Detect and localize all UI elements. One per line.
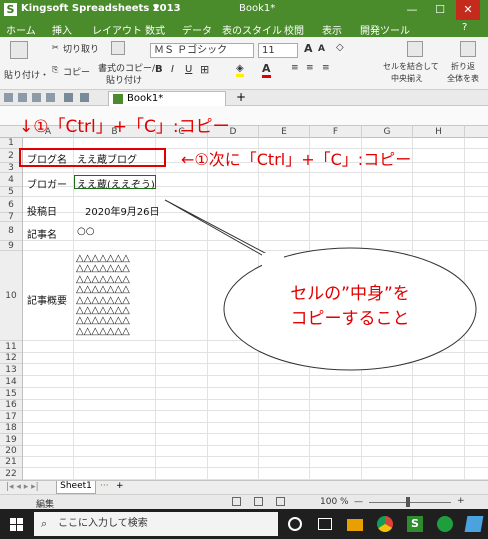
speech-bubble-join	[262, 253, 284, 267]
evernote-icon[interactable]	[437, 516, 453, 532]
task-view-icon[interactable]	[318, 518, 332, 530]
zoom-in-button[interactable]: +	[457, 496, 465, 506]
normal-view-icon[interactable]	[232, 497, 241, 506]
file-explorer-icon[interactable]	[347, 519, 363, 531]
speech-bubble-pointer	[164, 199, 283, 263]
tab-sheet1[interactable]: Sheet1	[56, 481, 96, 494]
taskbar-search-box[interactable]: ⌕ ここに入力して検索	[34, 512, 278, 536]
sheet-nav-icon[interactable]: |◂ ◂ ▸ ▸|	[6, 482, 39, 492]
search-icon: ⌕	[41, 517, 48, 530]
speech-bubble-text: セルの”中身”を コピーすること	[290, 284, 410, 329]
windows-start-icon[interactable]	[10, 518, 23, 531]
zoom-level: 100 %	[320, 497, 349, 507]
add-sheet-button[interactable]: +	[116, 481, 124, 491]
chrome-icon[interactable]	[377, 516, 393, 532]
page-layout-icon[interactable]	[254, 497, 263, 506]
status-bar: 編集 100 % — +	[0, 494, 488, 510]
cortana-icon[interactable]	[288, 517, 302, 531]
kingsoft-taskbar-icon[interactable]: S	[407, 516, 423, 532]
sheet-tab-bar: |◂ ◂ ▸ ▸| Sheet1 ··· +	[0, 480, 488, 494]
app-window: S Kingsoft Spreadsheets 2013 ▼ Book1* — …	[0, 0, 488, 539]
zoom-slider-thumb[interactable]	[406, 497, 410, 507]
app-taskbar-icon[interactable]	[464, 516, 484, 532]
windows-taskbar: ⌕ ここに入力して検索 S	[0, 509, 488, 539]
zoom-slider[interactable]	[369, 502, 451, 503]
speech-bubble	[164, 199, 477, 371]
sheet-more-button[interactable]: ···	[100, 481, 109, 491]
page-break-icon[interactable]	[276, 497, 285, 506]
taskbar-search-placeholder: ここに入力して検索	[58, 518, 148, 529]
zoom-out-button[interactable]: —	[354, 497, 363, 507]
